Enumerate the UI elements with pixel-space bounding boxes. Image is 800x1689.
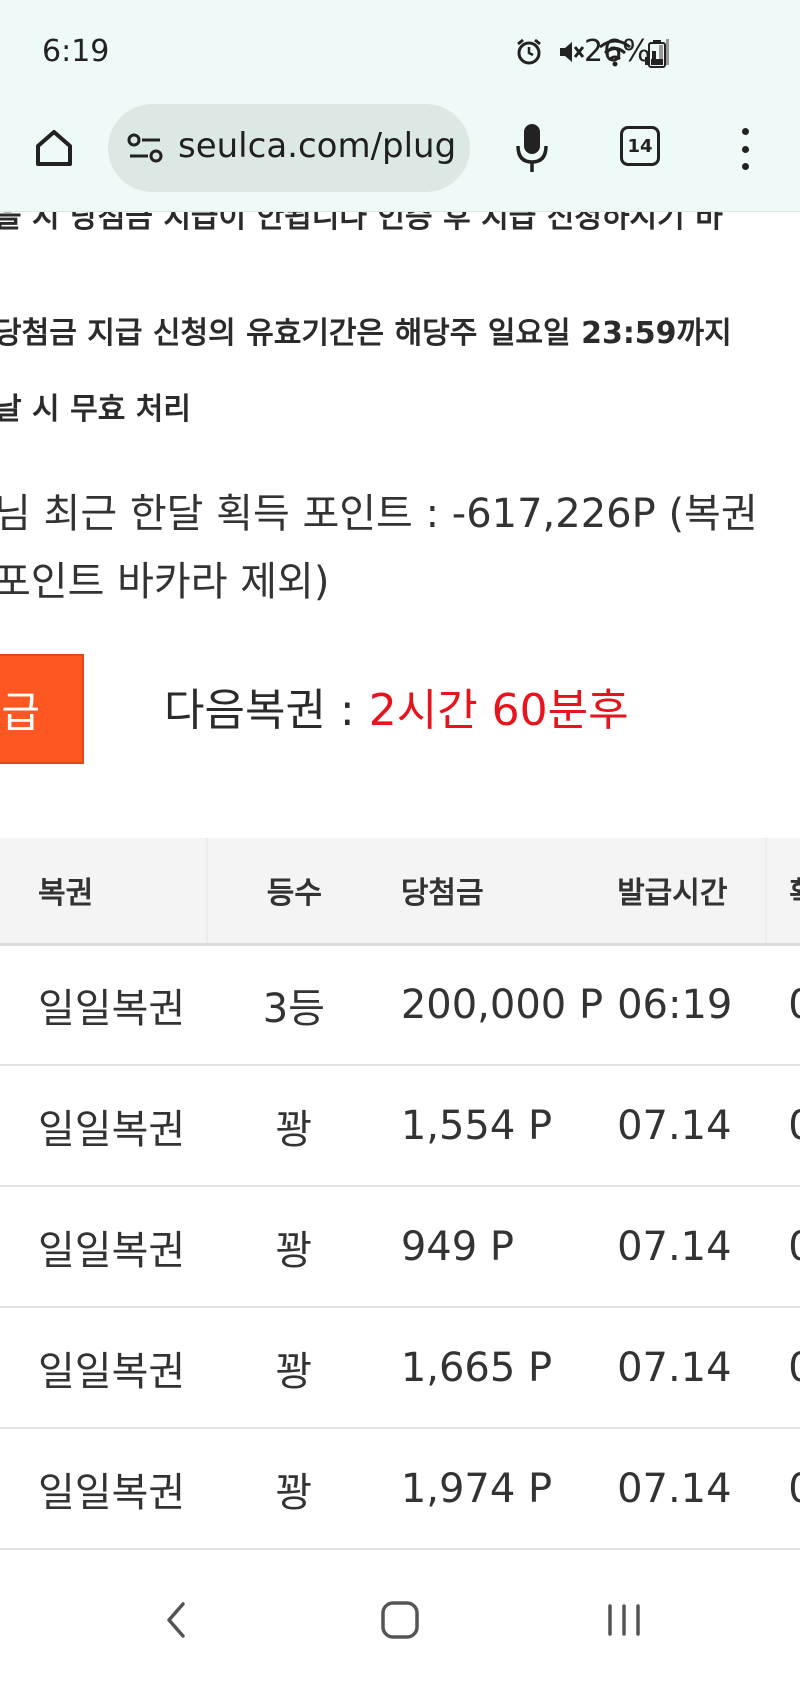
microphone-icon bbox=[516, 124, 548, 172]
table-header-row: 복권 등수 당첨금 발급시간 확 bbox=[0, 838, 800, 946]
cell-prize: 200,000 P bbox=[380, 944, 604, 1066]
notice-line: 을 시 당첨금 지급이 안됩니다 인증 후 지급 신청하시기 바 bbox=[0, 212, 723, 235]
cell-issued-time: 07.14 bbox=[603, 1428, 767, 1550]
tab-switcher-button[interactable]: 14 bbox=[620, 126, 660, 166]
system-navigation-bar bbox=[0, 1552, 800, 1689]
table-row: 일일복권 꽝 1,665 P 07.14 0 bbox=[0, 1307, 800, 1429]
cell-issued-time: 07.14 bbox=[603, 1186, 767, 1308]
cell-lottery: 일일복권 bbox=[0, 1307, 207, 1429]
mute-icon bbox=[560, 42, 585, 62]
browser-toolbar: seulca.com/plug 14 bbox=[0, 104, 800, 204]
cell-confirm: 0 bbox=[766, 1428, 800, 1550]
cell-prize: 949 P bbox=[380, 1186, 604, 1308]
cell-rank: 꽝 bbox=[206, 1307, 381, 1429]
url-bar[interactable]: seulca.com/plug bbox=[108, 104, 470, 192]
status-bar: 6:19 26% bbox=[0, 0, 800, 104]
menu-dot-icon bbox=[741, 145, 749, 153]
cell-lottery: 일일복권 bbox=[0, 944, 207, 1066]
table-row: 일일복권 꽝 949 P 07.14 0 bbox=[0, 1186, 800, 1308]
column-header-confirm: 확 bbox=[765, 838, 800, 946]
back-button[interactable] bbox=[136, 1588, 216, 1652]
home-icon bbox=[36, 130, 72, 166]
next-lottery-label: 다음복권 : bbox=[164, 685, 369, 736]
notice-line: 날 시 무효 처리 bbox=[0, 392, 191, 427]
url-text: seulca.com/plug bbox=[178, 126, 457, 166]
column-header-rank: 등수 bbox=[205, 838, 381, 946]
table-row: 일일복권 꽝 1,554 P 07.14 0 bbox=[0, 1065, 800, 1187]
monthly-points-info: 님 최근 한달 획득 포인트 : -617,226P (복권 포인트 바카라 제… bbox=[0, 480, 758, 616]
points-line: 포인트 바카라 제외) bbox=[0, 559, 330, 605]
notice-line: 당첨금 지급 신청의 유효기간은 해당주 일요일 23:59까지 bbox=[0, 316, 732, 351]
cell-rank: 꽝 bbox=[206, 1065, 381, 1187]
cell-rank: 꽝 bbox=[206, 1186, 381, 1308]
cell-issued-time: 06:19 bbox=[603, 944, 767, 1066]
recent-apps-icon bbox=[608, 1604, 640, 1636]
table-row: 일일복권 3등 200,000 P 06:19 0 bbox=[0, 944, 800, 1066]
battery-percent: 26% bbox=[584, 34, 651, 69]
cell-issued-time: 07.14 bbox=[603, 1307, 767, 1429]
browser-chrome: 6:19 26% seulca.com/plug 14 bbox=[0, 0, 800, 212]
column-header-prize: 당첨금 bbox=[380, 838, 604, 946]
column-header-lottery: 복권 bbox=[0, 838, 207, 946]
cell-confirm: 0 bbox=[766, 944, 800, 1066]
table-row: 일일복권 꽝 1,974 P 07.14 0 bbox=[0, 1428, 800, 1550]
cell-prize: 1,665 P bbox=[380, 1307, 604, 1429]
recent-apps-button[interactable] bbox=[584, 1588, 664, 1652]
cell-confirm: 0 bbox=[766, 1065, 800, 1187]
alarm-icon bbox=[517, 38, 541, 65]
cell-prize: 1,554 P bbox=[380, 1065, 604, 1187]
next-lottery-value: 2시간 60분후 bbox=[368, 685, 629, 736]
battery-icon bbox=[648, 40, 666, 68]
cell-confirm: 0 bbox=[766, 1307, 800, 1429]
menu-dot-icon bbox=[741, 128, 749, 135]
home-nav-button[interactable] bbox=[360, 1588, 440, 1652]
cell-confirm: 0 bbox=[766, 1186, 800, 1308]
cell-lottery: 일일복권 bbox=[0, 1186, 207, 1308]
home-button[interactable] bbox=[28, 122, 80, 174]
cell-rank: 3등 bbox=[206, 944, 381, 1066]
points-line: 님 최근 한달 획득 포인트 : -617,226P (복권 bbox=[0, 491, 758, 537]
menu-dot-icon bbox=[741, 163, 749, 170]
cell-lottery: 일일복권 bbox=[0, 1065, 207, 1187]
cell-lottery: 일일복권 bbox=[0, 1428, 207, 1550]
issue-lottery-button[interactable]: 급 bbox=[0, 654, 84, 764]
cell-rank: 꽝 bbox=[206, 1428, 381, 1550]
back-icon bbox=[167, 1602, 185, 1638]
site-settings-icon bbox=[127, 133, 163, 163]
more-menu-button[interactable] bbox=[730, 122, 760, 176]
page-content: 을 시 당첨금 지급이 안됩니다 인증 후 지급 신청하시기 바 당첨금 지급 … bbox=[0, 212, 800, 1552]
next-lottery-timer: 다음복권 : 2시간 60분후 bbox=[164, 674, 629, 738]
voice-search-button[interactable] bbox=[508, 118, 556, 178]
cell-prize: 1,974 P bbox=[380, 1428, 604, 1550]
cell-issued-time: 07.14 bbox=[603, 1065, 767, 1187]
column-header-issued-time: 발급시간 bbox=[603, 838, 767, 946]
home-square-icon bbox=[381, 1601, 419, 1639]
lottery-table: 복권 등수 당첨금 발급시간 확 일일복권 3등 200,000 P 06:19… bbox=[0, 838, 800, 1550]
status-time: 6:19 bbox=[42, 34, 110, 69]
